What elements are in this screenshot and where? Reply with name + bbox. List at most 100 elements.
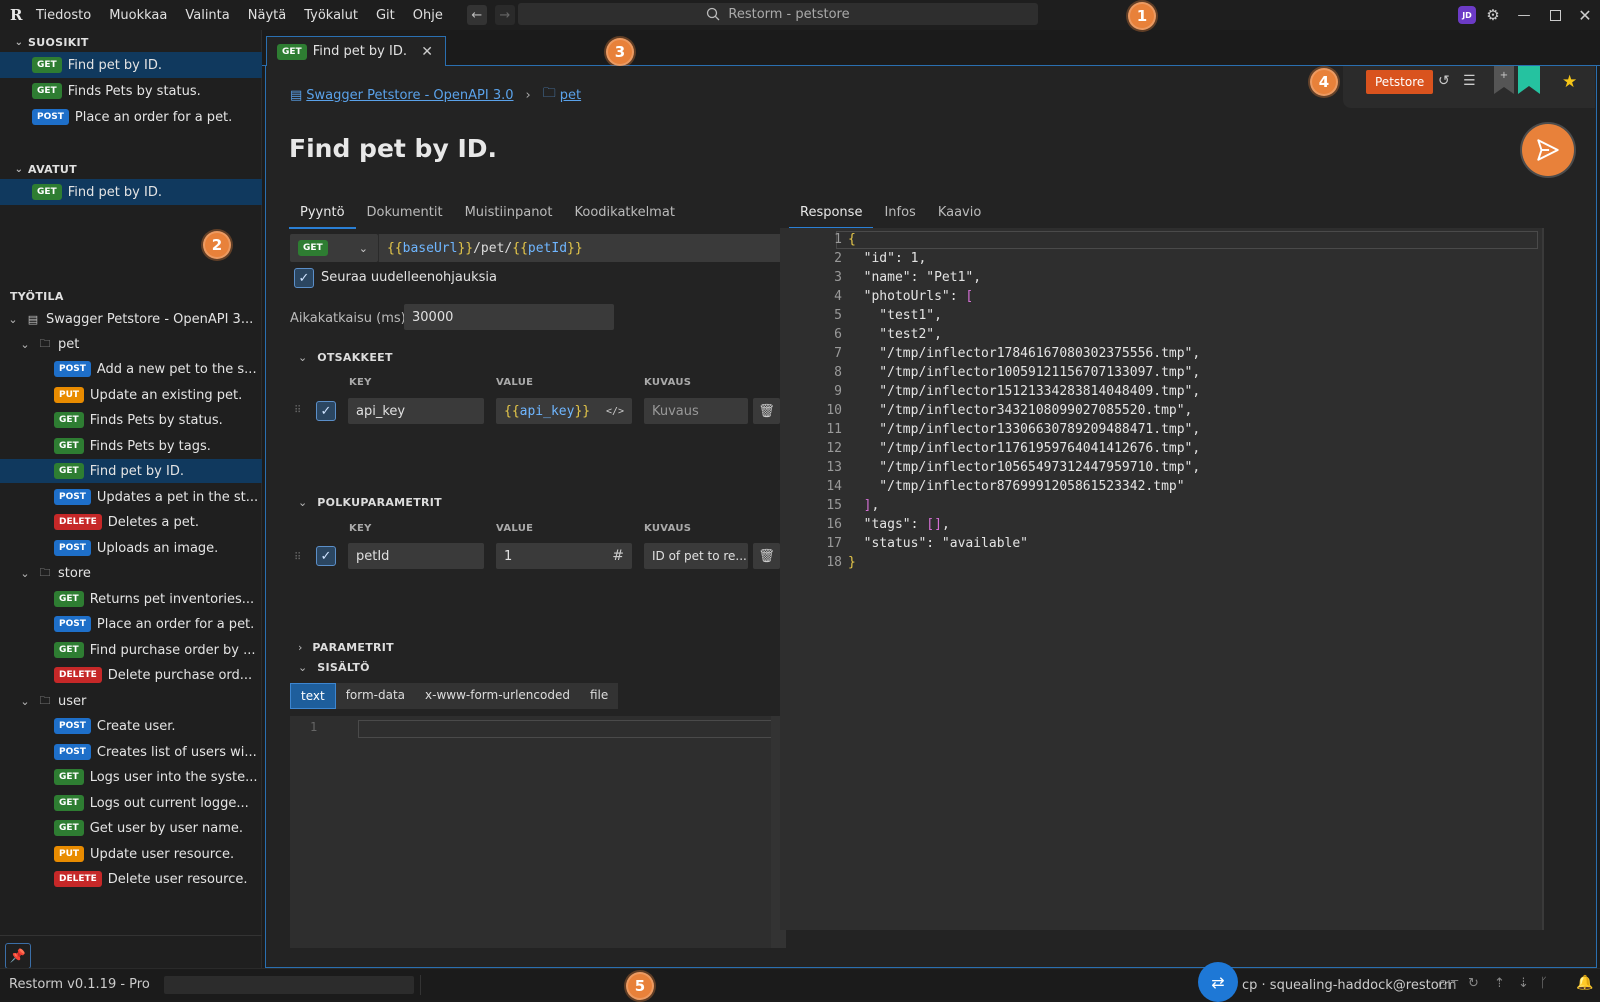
- minimize-icon[interactable]: —: [1507, 0, 1541, 30]
- star-icon[interactable]: ★: [1562, 72, 1577, 92]
- header-value-input[interactable]: {{api_key}} </>: [496, 398, 632, 424]
- body-section-header[interactable]: ⌄ SISÄLTÖ: [298, 661, 370, 674]
- bookmark-icon[interactable]: [1518, 66, 1540, 94]
- tree-item[interactable]: POST Create user.: [0, 714, 262, 738]
- path-param-value-input[interactable]: 1 #: [496, 543, 632, 569]
- tree-item[interactable]: POST Add a new pet to the s...: [0, 357, 262, 381]
- command-search[interactable]: Restorm - petstore: [518, 3, 1038, 25]
- push-icon[interactable]: ⇡: [1494, 976, 1505, 991]
- tab-docs[interactable]: Dokumentit: [356, 198, 454, 229]
- header-enabled-checkbox[interactable]: ✓: [316, 401, 336, 421]
- back-arrow-icon[interactable]: ←: [466, 5, 487, 25]
- environment-selector[interactable]: Petstore: [1366, 70, 1434, 94]
- tree-item[interactable]: POST Uploads an image.: [0, 536, 262, 560]
- method-select[interactable]: GET ⌄: [290, 234, 378, 262]
- tab-snippets[interactable]: Koodikatkelmat: [564, 198, 686, 229]
- remote-connection-icon[interactable]: ⇄: [1198, 962, 1238, 1002]
- tree-item[interactable]: DELETE Delete user resource.: [0, 867, 262, 891]
- chevron-down-icon: ⌄: [14, 163, 24, 175]
- folder-store[interactable]: ⌄ 🗀 store: [0, 561, 262, 585]
- timeout-input[interactable]: 30000: [404, 304, 614, 330]
- open-header[interactable]: ⌄ AVATUT: [0, 160, 77, 178]
- path-param-desc-input[interactable]: ID of pet to re...: [644, 543, 748, 569]
- tree-item[interactable]: GET Find pet by ID.: [0, 459, 262, 483]
- body-type-file[interactable]: file: [580, 683, 618, 709]
- tab-infos[interactable]: Infos: [873, 198, 926, 229]
- branch-icon[interactable]: ᚴ: [1540, 976, 1548, 991]
- follow-redirects-checkbox[interactable]: ✓: [294, 268, 314, 288]
- request-tab[interactable]: GET Find pet by ID. ✕: [266, 36, 446, 67]
- send-button[interactable]: [1522, 124, 1574, 176]
- body-type-urlencoded[interactable]: x-www-form-urlencoded: [415, 683, 580, 709]
- menu-git[interactable]: Git: [376, 8, 395, 23]
- parameters-section-header[interactable]: › PARAMETRIT: [298, 641, 394, 654]
- tab-response[interactable]: Response: [789, 198, 874, 229]
- path-param-key-input[interactable]: petId: [348, 543, 484, 569]
- close-icon[interactable]: ✕: [421, 44, 433, 60]
- menu-view[interactable]: Näytä: [248, 8, 286, 23]
- tree-item[interactable]: DELETE Deletes a pet.: [0, 510, 262, 534]
- tree-item[interactable]: GET Find purchase order by ...: [0, 638, 262, 662]
- header-desc-input[interactable]: Kuvaus: [644, 398, 748, 424]
- workspace-root[interactable]: ⌄ ▤ Swagger Petstore - OpenAPI 3...: [0, 307, 262, 331]
- tree-item[interactable]: POST Updates a pet in the st...: [0, 485, 262, 509]
- favorite-item[interactable]: GET Finds Pets by status.: [0, 78, 262, 104]
- tree-item[interactable]: GET Logs out current logge...: [0, 791, 262, 815]
- forward-arrow-icon[interactable]: →: [494, 5, 515, 25]
- code-line: ],: [863, 498, 880, 513]
- tree-item[interactable]: GET Finds Pets by tags.: [0, 434, 262, 458]
- drag-handle-icon[interactable]: ⠿: [294, 405, 301, 416]
- version-label: Restorm v0.1.19 - Pro: [9, 977, 150, 992]
- hash-icon[interactable]: #: [612, 548, 624, 564]
- header-key-input[interactable]: api_key: [348, 398, 484, 424]
- favorite-item[interactable]: GET Find pet by ID.: [0, 52, 262, 78]
- tree-item[interactable]: GET Finds Pets by status.: [0, 408, 262, 432]
- close-window-icon[interactable]: ✕: [1568, 0, 1600, 30]
- favorites-header[interactable]: ⌄ SUOSIKIT: [0, 33, 89, 51]
- chevron-down-icon: ⌄: [298, 351, 308, 364]
- drag-handle-icon[interactable]: ⠿: [294, 552, 301, 563]
- menu-selection[interactable]: Valinta: [185, 8, 229, 23]
- headers-section-header[interactable]: ⌄ OTSAKKEET: [298, 351, 393, 364]
- menu-edit[interactable]: Muokkaa: [109, 8, 167, 23]
- tab-request[interactable]: Pyyntö: [289, 198, 356, 229]
- menu-file[interactable]: Tiedosto: [36, 8, 91, 23]
- tree-item[interactable]: GET Returns pet inventories...: [0, 587, 262, 611]
- gear-icon[interactable]: ⚙: [1484, 6, 1502, 24]
- pin-icon[interactable]: 📌: [5, 943, 31, 969]
- bell-icon[interactable]: 🔔: [1576, 975, 1593, 991]
- body-type-form-data[interactable]: form-data: [336, 683, 415, 709]
- path-param-enabled-checkbox[interactable]: ✓: [316, 546, 336, 566]
- url-input[interactable]: {{baseUrl}}/pet/{{petId}}: [378, 234, 787, 262]
- open-item[interactable]: GET Find pet by ID.: [0, 179, 262, 205]
- menu-help[interactable]: Ohje: [413, 8, 443, 23]
- menu-tools[interactable]: Työkalut: [304, 8, 358, 23]
- tab-notes[interactable]: Muistiinpanot: [454, 198, 564, 229]
- tree-item[interactable]: POST Place an order for a pet.: [0, 612, 262, 636]
- path-params-section-header[interactable]: ⌄ POLKUPARAMETRIT: [298, 496, 442, 509]
- tree-item[interactable]: PUT Update an existing pet.: [0, 383, 262, 407]
- history-icon[interactable]: ↺: [1438, 73, 1450, 89]
- favorite-item[interactable]: POST Place an order for a pet.: [0, 104, 262, 130]
- tree-item[interactable]: PUT Update user resource.: [0, 842, 262, 866]
- tree-item[interactable]: DELETE Delete purchase ord...: [0, 663, 262, 687]
- body-type-text[interactable]: text: [290, 683, 336, 709]
- bookmark-add-icon[interactable]: +: [1494, 66, 1514, 94]
- folder-user[interactable]: ⌄ 🗀 user: [0, 689, 262, 713]
- trash-icon[interactable]: 🗑: [753, 398, 780, 424]
- tree-item[interactable]: GET Logs user into the syste...: [0, 765, 262, 789]
- scrollbar[interactable]: [1542, 228, 1544, 930]
- body-editor[interactable]: 1: [290, 716, 786, 948]
- line-number: 12: [826, 441, 842, 456]
- avatar[interactable]: JD: [1458, 6, 1476, 24]
- code-icon[interactable]: </>: [606, 406, 624, 417]
- refresh-icon[interactable]: ↻: [1468, 976, 1479, 991]
- tab-chart[interactable]: Kaavio: [927, 198, 993, 229]
- list-icon[interactable]: ☰: [1463, 73, 1476, 89]
- trash-icon[interactable]: 🗑: [753, 543, 780, 569]
- maximize-icon[interactable]: [1538, 0, 1572, 30]
- tree-item[interactable]: GET Get user by user name.: [0, 816, 262, 840]
- tree-item[interactable]: POST Creates list of users wi...: [0, 740, 262, 764]
- pull-icon[interactable]: ⇣: [1518, 976, 1529, 991]
- folder-pet[interactable]: ⌄ 🗀 pet: [0, 332, 262, 356]
